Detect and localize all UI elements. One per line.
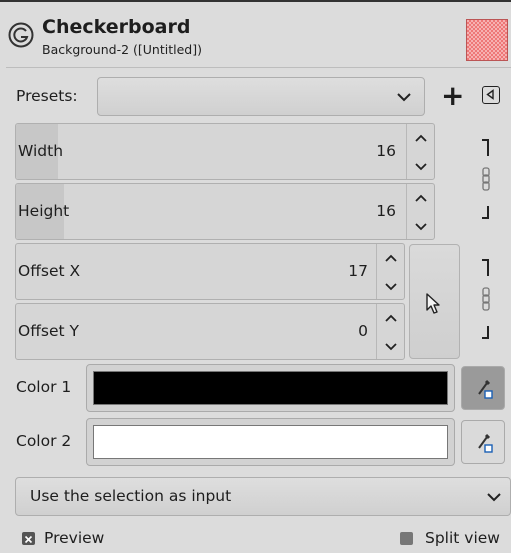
width-decrement-arrow-icon[interactable] xyxy=(407,153,435,180)
header-separator xyxy=(6,67,511,68)
drawable-preview-swatch xyxy=(466,19,508,61)
left-triangle-icon xyxy=(486,89,494,100)
color1-picker-button[interactable] xyxy=(461,366,505,410)
offset-x-increment-arrow-icon[interactable] xyxy=(377,244,405,272)
presets-combo[interactable] xyxy=(97,77,425,116)
gimp-filter-icon xyxy=(8,22,34,48)
color2-label: Color 2 xyxy=(16,432,72,450)
height-decrement-arrow-icon[interactable] xyxy=(407,213,435,240)
preview-label: Preview xyxy=(44,529,105,547)
color2-button[interactable] xyxy=(86,418,455,466)
split-view-toggle[interactable]: Split view xyxy=(400,529,511,549)
offset-y-spin-scale[interactable]: Offset Y 0 xyxy=(15,303,405,360)
height-label: Height xyxy=(18,202,70,220)
chevron-down-icon xyxy=(487,493,501,502)
checkmark-icon xyxy=(24,535,33,544)
offset-x-value: 17 xyxy=(348,262,368,280)
dialog-subtitle: Background-2 ([Untitled]) xyxy=(42,42,202,57)
dialog-title: Checkerboard xyxy=(42,16,191,38)
presets-label: Presets: xyxy=(16,87,78,105)
offset-y-value: 0 xyxy=(358,322,368,340)
color-picker-icon xyxy=(478,433,493,453)
color-picker-icon xyxy=(478,379,493,399)
color1-label: Color 1 xyxy=(16,378,72,396)
split-view-checkbox[interactable] xyxy=(400,532,413,545)
height-spin-scale[interactable]: Height 16 xyxy=(15,183,435,240)
offset-x-label: Offset X xyxy=(18,262,81,280)
offset-y-spinner[interactable] xyxy=(376,304,405,360)
dialog-header: Checkerboard Background-2 ([Untitled]) xyxy=(0,6,511,66)
size-chain-toggle[interactable] xyxy=(476,138,500,228)
chevron-down-icon xyxy=(397,93,411,102)
width-spinner[interactable] xyxy=(406,124,435,180)
window-top-border xyxy=(0,0,511,2)
color2-swatch xyxy=(93,425,448,459)
color2-picker-button[interactable] xyxy=(461,420,505,464)
width-increment-arrow-icon[interactable] xyxy=(407,124,435,152)
manage-presets-button[interactable] xyxy=(482,86,500,104)
width-label: Width xyxy=(18,142,64,160)
pick-offset-button[interactable] xyxy=(409,244,460,359)
color1-swatch xyxy=(93,371,448,405)
split-view-label: Split view xyxy=(425,529,500,547)
offset-chain-toggle[interactable] xyxy=(476,258,500,348)
offset-x-spinner[interactable] xyxy=(376,244,405,300)
chain-link-icon xyxy=(482,167,490,191)
offset-y-decrement-arrow-icon[interactable] xyxy=(377,333,405,360)
pointer-cursor-icon xyxy=(426,293,440,314)
offset-y-label: Offset Y xyxy=(18,322,79,340)
height-value: 16 xyxy=(376,202,396,220)
add-preset-button[interactable]: + xyxy=(441,82,464,110)
color1-button[interactable] xyxy=(86,364,455,412)
preview-checkbox[interactable] xyxy=(22,532,35,545)
input-mode-value: Use the selection as input xyxy=(30,487,232,505)
height-increment-arrow-icon[interactable] xyxy=(407,184,435,212)
offset-x-decrement-arrow-icon[interactable] xyxy=(377,273,405,300)
width-value: 16 xyxy=(376,142,396,160)
chain-link-icon xyxy=(482,287,490,311)
input-mode-combo[interactable]: Use the selection as input xyxy=(15,477,511,516)
preview-toggle[interactable]: Preview xyxy=(22,529,142,549)
height-spinner[interactable] xyxy=(406,184,435,240)
offset-y-increment-arrow-icon[interactable] xyxy=(377,304,405,332)
width-spin-scale[interactable]: Width 16 xyxy=(15,123,435,180)
offset-x-spin-scale[interactable]: Offset X 17 xyxy=(15,243,405,300)
